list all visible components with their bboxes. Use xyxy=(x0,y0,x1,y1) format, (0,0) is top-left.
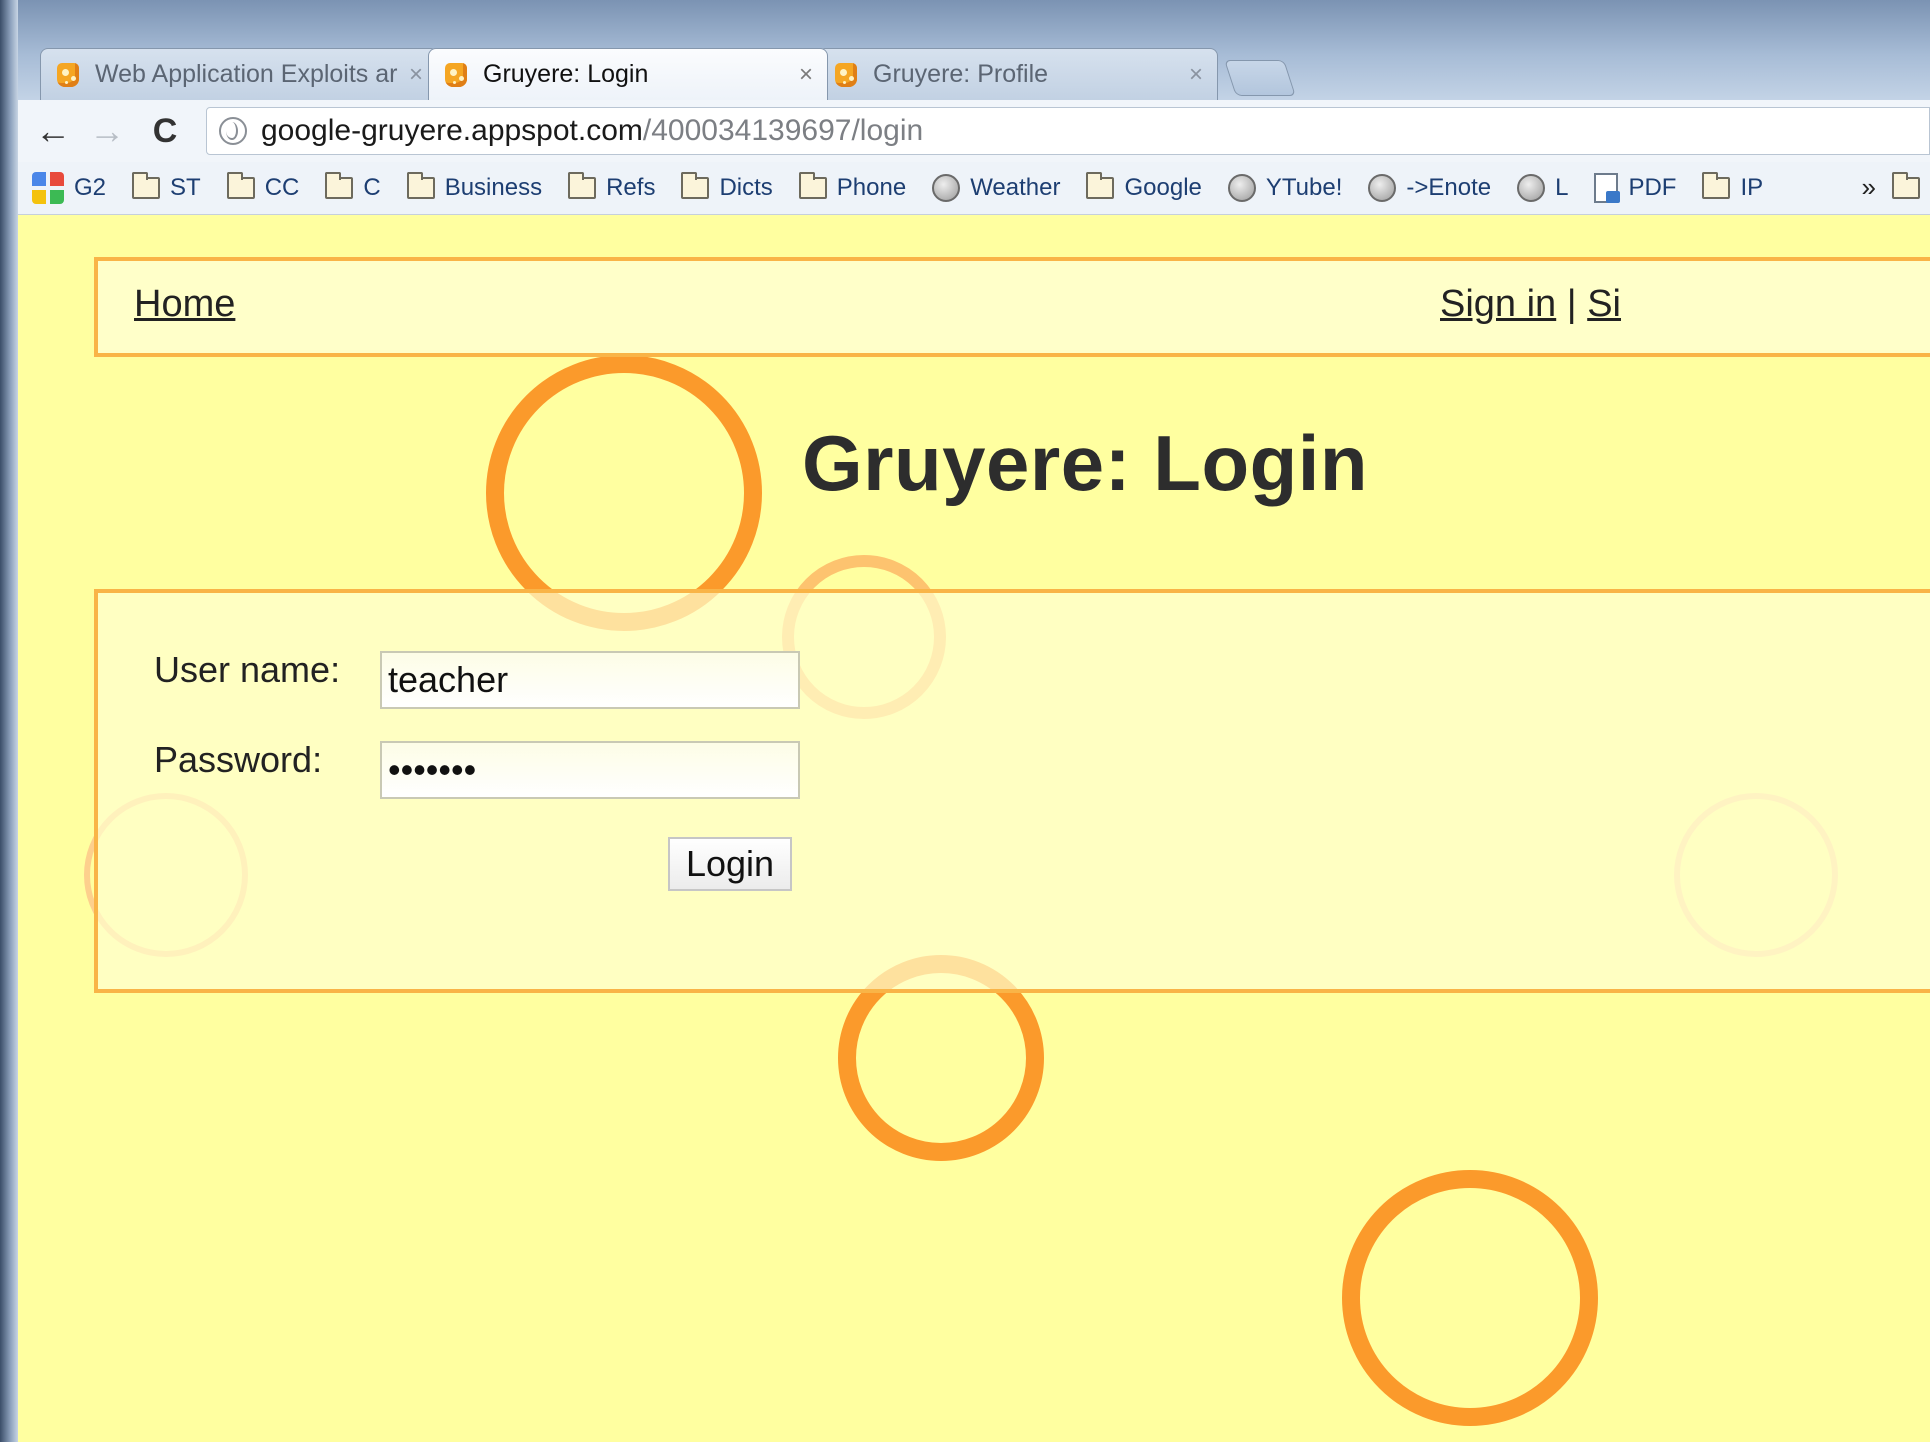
reload-button[interactable]: C xyxy=(142,108,188,154)
window-frame-left xyxy=(0,0,18,1442)
sign-up-link[interactable]: Si xyxy=(1587,283,1621,325)
tab-close-icon[interactable]: × xyxy=(799,61,813,89)
gruyere-favicon-icon xyxy=(833,62,859,88)
other-bookmarks-folder-icon[interactable] xyxy=(1892,172,1920,199)
bookmark-label: Phone xyxy=(836,174,907,201)
back-button[interactable]: ← xyxy=(30,108,76,154)
bookmark-refs[interactable]: Refs xyxy=(568,172,656,202)
bookmark-label: ST xyxy=(170,174,201,201)
decorative-ring xyxy=(1342,1170,1598,1426)
bookmark-label: ->Enote xyxy=(1406,174,1492,201)
bookmark-label: Business xyxy=(444,174,543,201)
browser-toolbar: ← → C google-gruyere.appspot.com/4000341… xyxy=(18,100,1930,163)
password-label: Password: xyxy=(154,739,323,780)
nav-separator: | xyxy=(1566,283,1577,325)
bookmark-label: Refs xyxy=(606,174,656,201)
bookmark-pdf[interactable]: PDF xyxy=(1594,173,1676,203)
bookmark-phone[interactable]: Phone xyxy=(798,172,907,202)
folder-icon xyxy=(1702,172,1731,199)
folder-icon xyxy=(681,172,710,199)
tab-gruyere-login[interactable]: Gruyere: Login × xyxy=(428,48,828,100)
page-content: Home Sign in | Si Gruyere: Login User na… xyxy=(18,215,1930,1442)
bookmark-st[interactable]: ST xyxy=(132,172,201,202)
bookmark-label: CC xyxy=(264,174,300,201)
g2-icon xyxy=(32,172,64,204)
tab-close-icon[interactable]: × xyxy=(409,61,423,89)
tab-strip: Web Application Exploits ar × Gruyere: L… xyxy=(18,0,1930,100)
home-link[interactable]: Home xyxy=(134,283,235,326)
globe-icon xyxy=(1227,174,1256,202)
bookmark-google[interactable]: Google xyxy=(1086,172,1202,202)
tab-title: Gruyere: Login xyxy=(483,60,649,88)
password-field[interactable] xyxy=(380,741,800,799)
login-button[interactable]: Login xyxy=(668,837,792,891)
bookmark-label: IP xyxy=(1740,174,1764,201)
bookmark-label: Weather xyxy=(970,174,1061,201)
bookmark-label: YTube! xyxy=(1265,174,1343,201)
sign-in-link[interactable]: Sign in xyxy=(1440,283,1556,325)
folder-icon xyxy=(406,172,435,199)
login-form: User name: Password: Login xyxy=(94,589,1930,993)
bookmark-dicts[interactable]: Dicts xyxy=(681,172,773,202)
tab-close-icon[interactable]: × xyxy=(1189,61,1203,89)
new-tab-button[interactable] xyxy=(1224,60,1296,96)
username-label: User name: xyxy=(154,649,341,690)
bookmark-label: Dicts xyxy=(719,174,773,201)
username-field[interactable] xyxy=(380,651,800,709)
bookmarks-bar: G2 ST CC C Business Refs Dicts Phone Wea… xyxy=(18,162,1930,215)
bookmark-enote[interactable]: ->Enote xyxy=(1368,174,1491,202)
reload-icon: C xyxy=(152,111,178,150)
gruyere-favicon-icon xyxy=(443,62,469,88)
bookmark-c[interactable]: C xyxy=(325,172,381,202)
address-bar[interactable]: google-gruyere.appspot.com/400034139697/… xyxy=(206,107,1930,155)
bookmark-ytube[interactable]: YTube! xyxy=(1227,174,1343,202)
back-arrow-icon: ← xyxy=(35,110,71,151)
folder-icon xyxy=(132,172,161,199)
bookmark-ip[interactable]: IP xyxy=(1702,172,1764,202)
url-host: google-gruyere.appspot.com xyxy=(261,114,643,147)
folder-icon xyxy=(798,172,827,199)
bookmark-weather[interactable]: Weather xyxy=(932,174,1060,202)
globe-icon xyxy=(1517,174,1546,202)
account-links: Sign in | Si xyxy=(1440,283,1621,326)
tab-title: Gruyere: Profile xyxy=(873,60,1049,88)
bookmarks-overflow-chevron-icon[interactable]: » xyxy=(1862,172,1876,203)
url-path: /400034139697/login xyxy=(642,114,924,147)
browser-window: Web Application Exploits ar × Gruyere: L… xyxy=(0,0,1930,1442)
pdf-icon xyxy=(1594,173,1621,203)
gruyere-favicon-icon xyxy=(55,62,81,88)
folder-icon xyxy=(226,172,255,199)
bookmark-label: PDF xyxy=(1628,174,1677,201)
bookmark-label: Google xyxy=(1124,174,1202,201)
globe-icon xyxy=(1368,174,1397,202)
page-title: Gruyere: Login xyxy=(802,419,1369,507)
bookmark-label: G2 xyxy=(74,174,107,201)
tab-web-application-exploits[interactable]: Web Application Exploits ar × xyxy=(40,48,438,100)
bookmark-label: L xyxy=(1555,174,1569,201)
tab-title: Web Application Exploits ar xyxy=(95,60,398,88)
bookmark-cc[interactable]: CC xyxy=(226,172,300,202)
forward-button[interactable]: → xyxy=(84,108,130,154)
page-info-globe-icon[interactable] xyxy=(219,117,247,145)
bookmark-l[interactable]: L xyxy=(1517,174,1568,202)
tab-gruyere-profile[interactable]: Gruyere: Profile × xyxy=(818,48,1218,100)
globe-icon xyxy=(932,174,961,202)
folder-icon xyxy=(1086,172,1115,199)
folder-icon xyxy=(325,172,354,199)
bookmark-g2[interactable]: G2 xyxy=(32,172,106,204)
bookmark-label: C xyxy=(363,174,381,201)
folder-icon xyxy=(568,172,597,199)
bookmark-business[interactable]: Business xyxy=(406,172,543,202)
top-menu-bar: Home Sign in | Si xyxy=(94,257,1930,357)
forward-arrow-icon: → xyxy=(89,110,125,151)
